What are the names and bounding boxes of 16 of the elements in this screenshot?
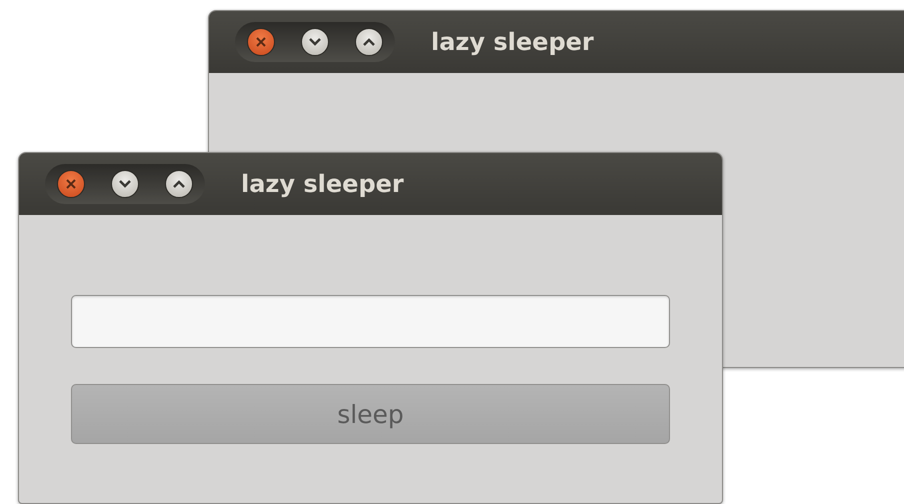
close-icon: [65, 178, 77, 190]
close-button[interactable]: [57, 170, 85, 198]
chevron-down-icon: [118, 179, 132, 189]
minimize-button[interactable]: [111, 170, 139, 198]
chevron-up-icon: [172, 179, 186, 189]
window-title: lazy sleeper: [241, 170, 404, 198]
close-button[interactable]: [247, 28, 275, 56]
chevron-up-icon: [362, 37, 376, 47]
minimize-button[interactable]: [301, 28, 329, 56]
maximize-button[interactable]: [355, 28, 383, 56]
input-field[interactable]: [71, 295, 670, 348]
chevron-down-icon: [308, 37, 322, 47]
window-title: lazy sleeper: [431, 28, 594, 56]
maximize-button[interactable]: [165, 170, 193, 198]
sleep-button[interactable]: sleep: [71, 384, 670, 444]
close-icon: [255, 36, 267, 48]
